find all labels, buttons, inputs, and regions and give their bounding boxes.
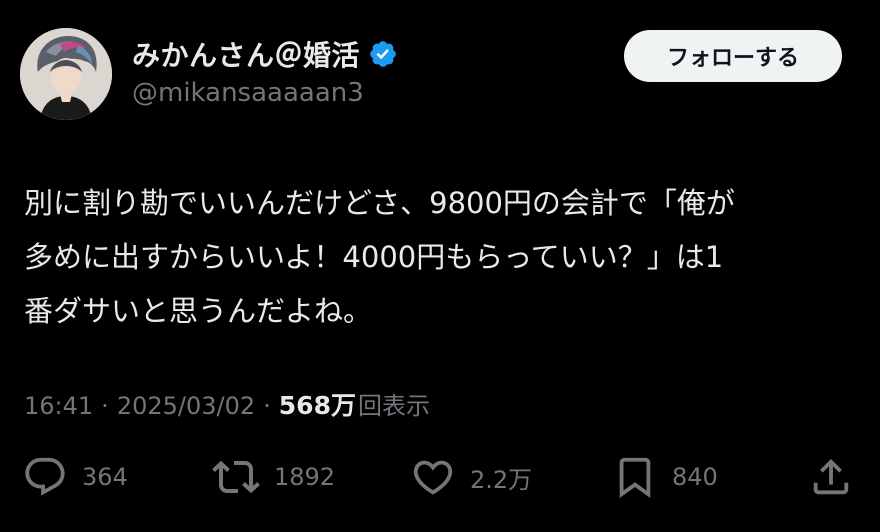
tweet-time[interactable]: 16:41 [24, 392, 93, 420]
author-display-name[interactable]: みかんさん＠婚活 [132, 34, 360, 74]
views-label: 回表示 [357, 392, 430, 420]
tweet-text-line: 多めに出すからいいよ！4000円もらっていい？」は1 [24, 240, 724, 274]
tweet-text: 別に割り勘でいいんだけどさ、9800円の会計で「俺が 多めに出すからいいよ！40… [24, 176, 858, 338]
retweet-button[interactable]: 1892 [212, 452, 335, 502]
like-button[interactable]: 2.2万 [410, 452, 532, 502]
meta-separator: · [101, 392, 109, 420]
like-count: 2.2万 [470, 465, 533, 494]
author-handle[interactable]: @mikansaaaaan3 [132, 78, 364, 108]
reply-button[interactable]: 364 [22, 452, 128, 502]
follow-button[interactable]: フォローする [624, 30, 842, 82]
bookmark-icon [619, 457, 651, 498]
retweet-icon [212, 460, 260, 494]
verified-badge-icon [370, 41, 396, 67]
heart-icon [413, 460, 453, 495]
bookmark-button[interactable]: 840 [612, 452, 718, 502]
avatar[interactable] [20, 28, 112, 120]
tweet-card: みかんさん＠婚活 @mikansaaaaan3 フォローする 別に割り勘でいいん… [0, 0, 880, 532]
tweet-text-line: 番ダサいと思うんだよね。 [24, 294, 373, 328]
tweet-meta: 16:41 · 2025/03/02 · 568万 回表示 [24, 386, 430, 422]
reply-count: 364 [82, 463, 128, 491]
author-name-row: みかんさん＠婚活 [132, 36, 398, 72]
bookmark-count: 840 [672, 463, 718, 491]
share-button[interactable] [808, 452, 854, 502]
avatar-image [20, 28, 112, 120]
tweet-date[interactable]: 2025/03/02 [117, 392, 255, 420]
views-count[interactable]: 568万 [279, 386, 356, 422]
reply-icon [25, 457, 65, 496]
action-bar: 364 1892 2.2万 840 [0, 452, 880, 502]
tweet-text-line: 別に割り勘でいいんだけどさ、9800円の会計で「俺が [24, 186, 735, 220]
retweet-count: 1892 [274, 463, 336, 491]
share-icon [813, 458, 849, 495]
meta-separator: · [263, 392, 271, 420]
